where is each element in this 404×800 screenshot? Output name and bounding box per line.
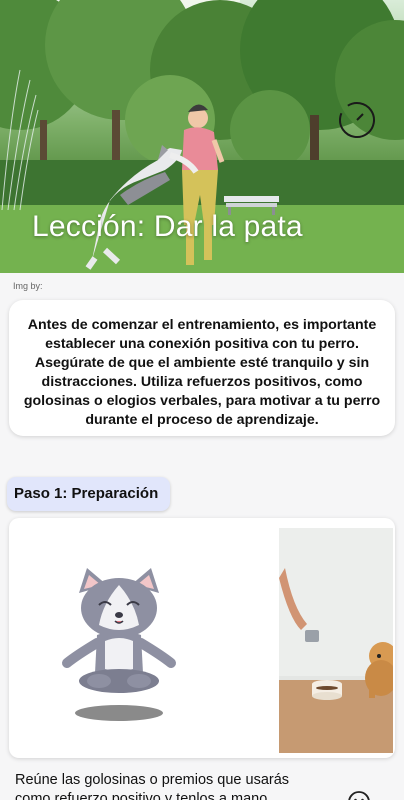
timer-icon[interactable] [337, 100, 377, 140]
step-description: Reúne las golosinas o premios que usarás… [15, 772, 290, 800]
step-card [9, 518, 395, 758]
meditating-dog-icon [59, 563, 179, 728]
intro-text: Antes de comenzar el entrenamiento, es i… [23, 317, 381, 428]
intro-card: Antes de comenzar el entrenamiento, es i… [9, 300, 395, 436]
image-credit: Img by: [13, 281, 43, 291]
dog-with-treat-bowl-photo [279, 528, 393, 753]
smiley-icon[interactable] [347, 790, 371, 800]
step-title: Paso 1: Preparación [7, 477, 170, 511]
hero-image: Lección: Dar la pata [0, 0, 404, 273]
lesson-page: Lección: Dar la pata Img by: Antes de co… [0, 0, 404, 800]
lesson-title: Lección: Dar la pata [32, 210, 303, 243]
